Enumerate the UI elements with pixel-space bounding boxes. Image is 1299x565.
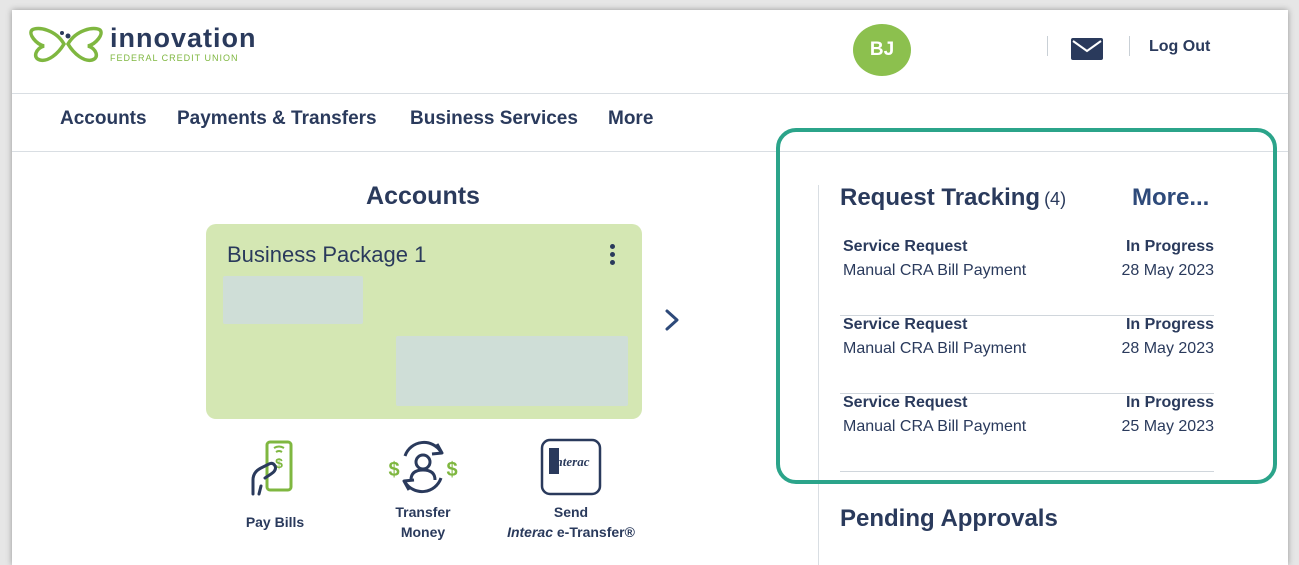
nav-payments-transfers[interactable]: Payments & Transfers	[177, 108, 377, 130]
app-window: innovation FEDERAL CREDIT UNION BJ Log O…	[12, 10, 1288, 565]
transfer-money-icon: $ $	[388, 440, 458, 494]
header-divider	[1047, 36, 1048, 56]
redacted-account-number	[223, 276, 363, 324]
pay-bills-icon: $	[251, 440, 293, 496]
nav-accounts[interactable]: Accounts	[60, 108, 147, 130]
request-tracking-highlight	[776, 128, 1277, 484]
header-divider	[1129, 36, 1130, 56]
etransfer-text: e-Transfer®	[553, 524, 635, 540]
transfer-label-line2: Money	[400, 524, 446, 540]
envelope-icon[interactable]	[1070, 36, 1104, 62]
send-label-line1: Send	[553, 504, 589, 520]
user-avatar[interactable]: BJ	[853, 24, 911, 76]
send-interac-label: Send Interac e-Transfer®	[506, 502, 636, 542]
pay-bills-label: Pay Bills	[245, 514, 305, 530]
nav-more[interactable]: More	[608, 108, 653, 130]
send-interac-button[interactable]: Interac Send Interac e-Transfer®	[506, 438, 636, 542]
pay-bills-button[interactable]: $ Pay Bills	[210, 438, 340, 532]
transfer-money-button[interactable]: $ $ Transfer Money	[358, 438, 488, 542]
pending-approvals-heading: Pending Approvals	[840, 505, 1058, 532]
brand-logo[interactable]: innovation FEDERAL CREDIT UNION	[28, 24, 257, 64]
brand-subtitle: FEDERAL CREDIT UNION	[110, 53, 239, 63]
redacted-balance	[396, 336, 628, 406]
send-label-line2: Interac e-Transfer®	[506, 522, 636, 542]
logout-link[interactable]: Log Out	[1149, 38, 1210, 56]
transfer-money-label: Transfer Money	[358, 502, 488, 542]
brand-name: innovation	[110, 23, 257, 53]
transfer-label-line1: Transfer	[395, 504, 451, 520]
chevron-right-icon[interactable]	[660, 306, 684, 334]
top-header: innovation FEDERAL CREDIT UNION BJ Log O…	[12, 10, 1288, 94]
kebab-menu-icon[interactable]	[610, 244, 616, 268]
account-card-title: Business Package 1	[227, 242, 427, 267]
nav-business-services[interactable]: Business Services	[410, 108, 578, 130]
interac-logo-text: Interac	[550, 454, 590, 469]
interac-icon: Interac	[540, 438, 602, 496]
account-card[interactable]: Business Package 1	[206, 224, 642, 419]
butterfly-logo-icon	[29, 26, 103, 63]
accounts-heading: Accounts	[366, 182, 480, 210]
svg-text:$: $	[446, 459, 457, 481]
interac-italic-text: Interac	[507, 524, 553, 540]
svg-text:$: $	[388, 459, 399, 481]
